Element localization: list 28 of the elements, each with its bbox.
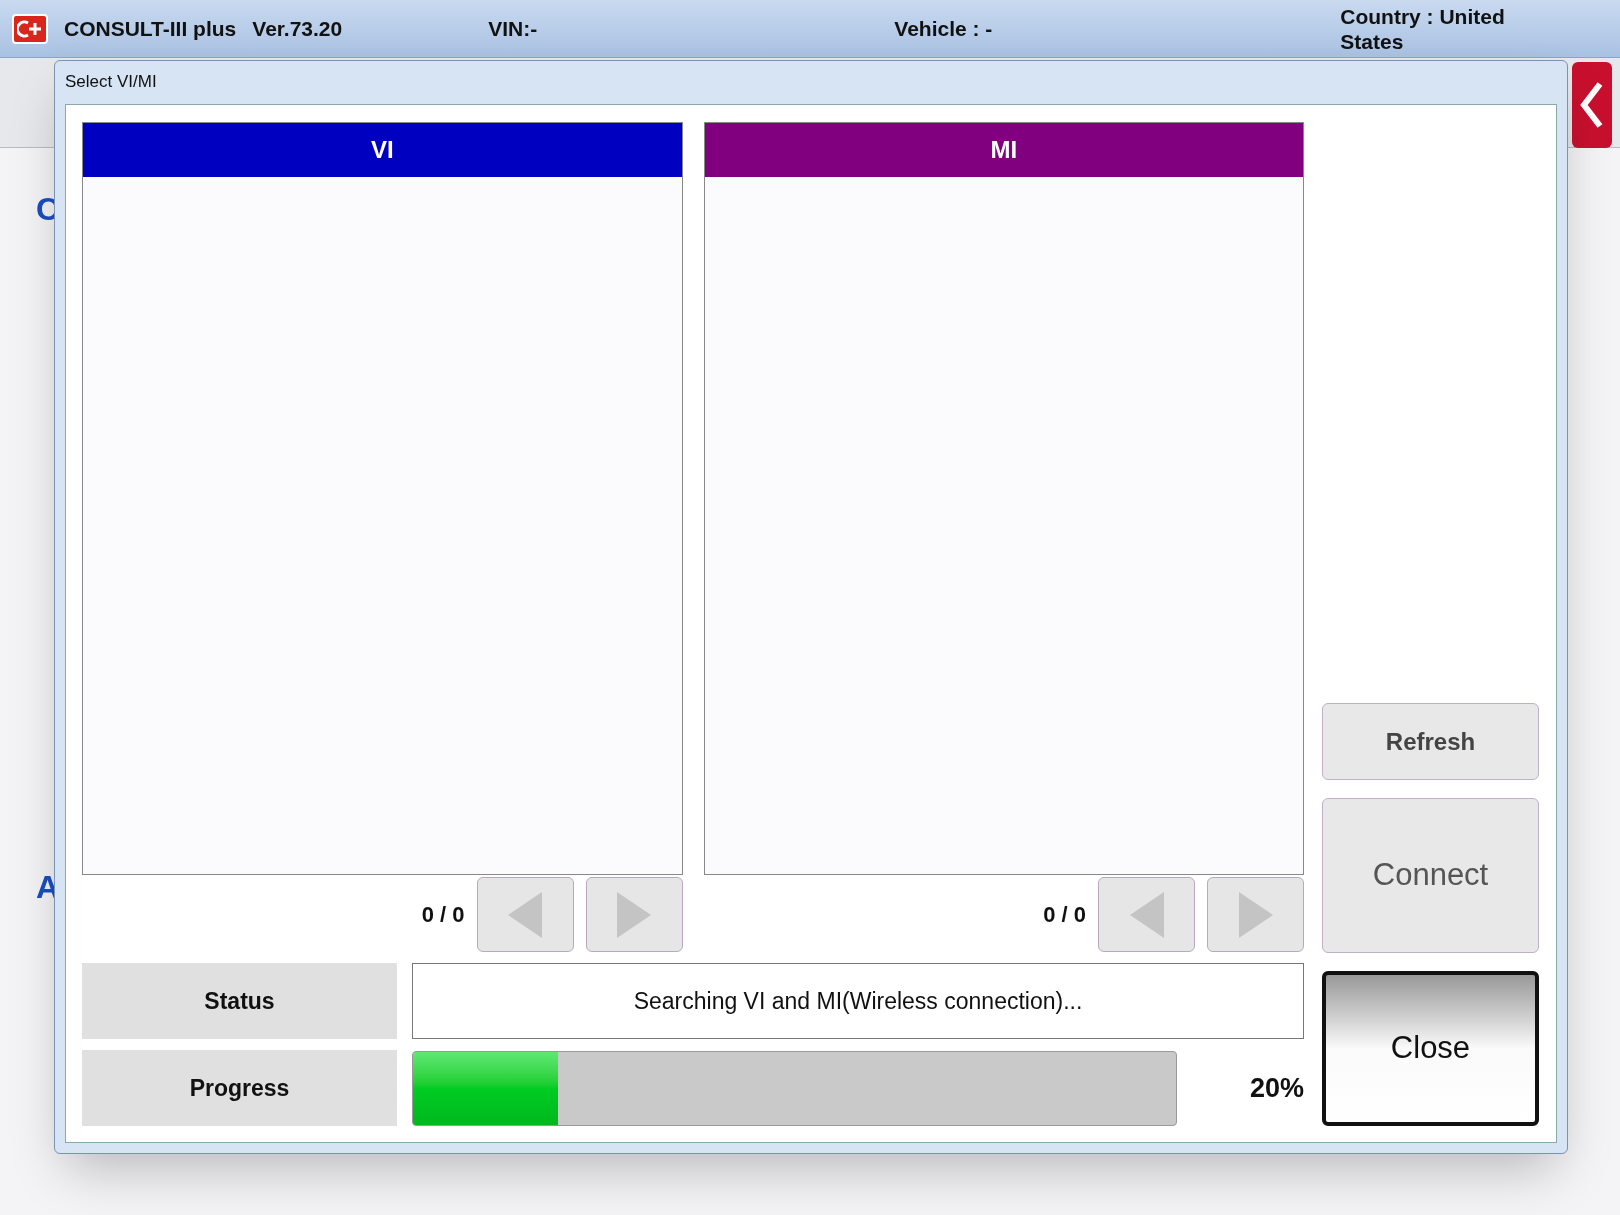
status-field: Searching VI and MI(Wireless connection)... <box>412 963 1304 1039</box>
dialog-title: Select VI/MI <box>65 71 157 93</box>
chevron-left-icon <box>1580 80 1604 130</box>
left-triangle-icon <box>1129 891 1164 938</box>
back-button[interactable] <box>1572 62 1612 148</box>
app-logo <box>12 13 48 44</box>
country-label: Country : United States <box>1340 3 1506 54</box>
progress-label: Progress <box>82 1050 397 1126</box>
app-name: CONSULT-III plus <box>64 15 237 42</box>
right-triangle-icon <box>617 891 651 938</box>
next-button[interactable] <box>585 877 683 952</box>
refresh-button[interactable]: Refresh <box>1322 703 1539 780</box>
right-triangle-icon <box>1238 891 1273 938</box>
panel-header: VI <box>83 123 682 177</box>
page-counter: 0 / 0 <box>421 901 465 929</box>
next-button[interactable] <box>1207 877 1304 952</box>
panel-header: MI <box>704 123 1303 177</box>
page-counter: 0 / 0 <box>1043 901 1086 929</box>
close-button[interactable]: Close <box>1322 971 1539 1126</box>
progress-percent: 20% <box>1248 1071 1304 1105</box>
connect-button[interactable]: Connect <box>1322 798 1539 953</box>
previous-button[interactable] <box>476 877 574 952</box>
status-label: Status <box>82 963 397 1039</box>
left-triangle-icon <box>508 891 542 938</box>
version-label: Ver.73.20 <box>252 15 344 42</box>
previous-button[interactable] <box>1098 877 1195 952</box>
vehicle-label: Vehicle : - <box>894 15 994 42</box>
vin-label: VIN:- <box>488 15 539 42</box>
